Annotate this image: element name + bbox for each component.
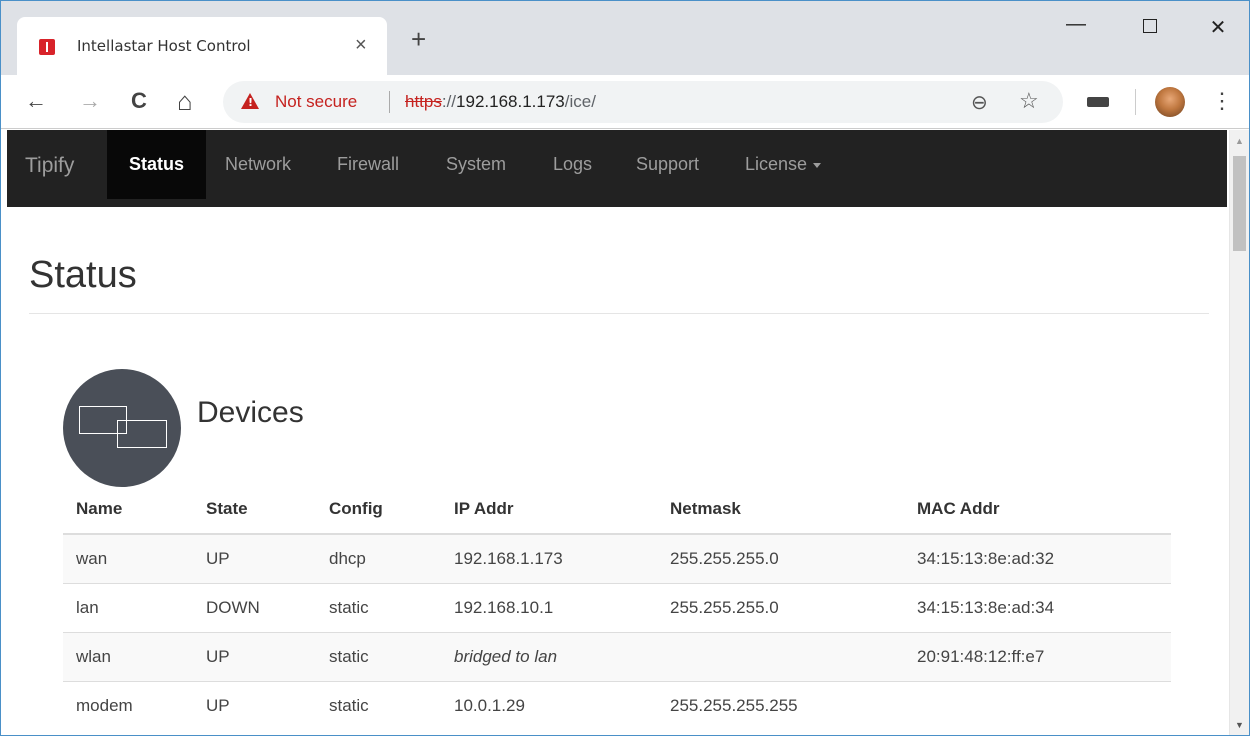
vertical-scrollbar[interactable]: ▲ ▼ <box>1229 130 1249 735</box>
new-tab-button[interactable]: + <box>411 26 426 52</box>
table-cell <box>657 631 904 681</box>
menu-icon[interactable]: ⋮ <box>1211 89 1233 113</box>
url-text[interactable]: https://192.168.1.173/ice/ <box>405 92 596 112</box>
column-header: IP Addr <box>441 485 657 535</box>
tab-close-icon[interactable]: × <box>355 34 367 57</box>
zoom-icon[interactable]: ⊖ <box>971 90 988 115</box>
table-cell: static <box>316 631 441 681</box>
reload-icon[interactable]: C <box>131 89 147 113</box>
security-label[interactable]: Not secure <box>275 92 357 112</box>
favicon-icon <box>39 39 55 55</box>
chevron-down-icon <box>813 162 822 168</box>
table-cell: 192.168.10.1 <box>441 582 657 632</box>
browser-toolbar: ← → C ⌂ Not secure https://192.168.1.173… <box>1 75 1249 129</box>
omnibox-divider <box>389 91 390 113</box>
url-path: /ice/ <box>564 92 596 111</box>
table-row: wlan UP static bridged to lan 20:91:48:1… <box>63 631 1171 681</box>
table-cell: lan <box>63 582 193 632</box>
nav-item-firewall[interactable]: Firewall <box>315 130 421 199</box>
top-navbar: Tipify Status Network Firewall System Lo… <box>7 130 1227 207</box>
home-icon[interactable]: ⌂ <box>177 88 193 114</box>
column-header: Netmask <box>657 485 904 535</box>
tab-strip: Intellastar Host Control × + — ✕ <box>1 1 1249 75</box>
devices-icon <box>63 369 181 487</box>
table-cell: 192.168.1.173 <box>441 533 657 583</box>
section-title: Devices <box>197 396 304 429</box>
window-close-button[interactable]: ✕ <box>1203 15 1233 40</box>
table-cell: 34:15:13:8e:ad:32 <box>904 533 1171 583</box>
scroll-down-icon[interactable]: ▼ <box>1235 720 1244 730</box>
browser-tab[interactable]: Intellastar Host Control × <box>17 17 387 75</box>
table-row: lan DOWN static 192.168.10.1 255.255.255… <box>63 582 1171 632</box>
nav-item-logs[interactable]: Logs <box>531 130 614 199</box>
table-cell: static <box>316 680 441 730</box>
minimize-button[interactable]: — <box>1061 13 1091 36</box>
devices-table: Name State Config IP Addr Netmask MAC Ad… <box>63 485 1171 730</box>
table-cell: 34:15:13:8e:ad:34 <box>904 582 1171 632</box>
table-cell: UP <box>193 680 316 730</box>
table-cell: dhcp <box>316 533 441 583</box>
forward-icon[interactable]: → <box>79 89 101 113</box>
table-cell: 255.255.255.0 <box>657 582 904 632</box>
scroll-up-icon[interactable]: ▲ <box>1235 136 1244 146</box>
url-host: 192.168.1.173 <box>456 92 565 111</box>
address-bar[interactable]: Not secure https://192.168.1.173/ice/ ⊖ … <box>223 81 1063 123</box>
url-scheme: https <box>405 92 442 111</box>
table-cell: modem <box>63 680 193 730</box>
page-viewport: Tipify Status Network Firewall System Lo… <box>1 130 1249 735</box>
nav-item-system[interactable]: System <box>424 130 528 199</box>
table-row: wan UP dhcp 192.168.1.173 255.255.255.0 … <box>63 533 1171 583</box>
table-cell: DOWN <box>193 582 316 632</box>
extension-icon[interactable] <box>1087 97 1109 107</box>
url-separator: :// <box>441 92 457 111</box>
table-cell <box>904 680 1171 730</box>
table-cell: wan <box>63 533 193 583</box>
table-header-row: Name State Config IP Addr Netmask MAC Ad… <box>63 485 1171 535</box>
star-icon[interactable]: ☆ <box>1019 88 1039 114</box>
maximize-icon <box>1143 19 1157 33</box>
back-icon[interactable]: ← <box>25 89 47 113</box>
title-divider <box>29 313 1209 314</box>
nav-item-status[interactable]: Status <box>107 130 207 199</box>
table-cell: 255.255.255.0 <box>657 533 904 583</box>
table-cell: UP <box>193 533 316 583</box>
avatar[interactable] <box>1155 87 1185 117</box>
table-row: modem UP static 10.0.1.29 255.255.255.25… <box>63 680 1171 730</box>
tab-title: Intellastar Host Control <box>77 37 251 55</box>
toolbar-divider <box>1135 89 1136 115</box>
device-shape-front <box>117 420 167 448</box>
lock-warning-icon[interactable] <box>241 93 259 109</box>
table-cell: wlan <box>63 631 193 681</box>
table-cell: static <box>316 582 441 632</box>
nav-item-support[interactable]: Support <box>614 130 721 199</box>
table-cell: UP <box>193 631 316 681</box>
table-cell: 10.0.1.29 <box>441 680 657 730</box>
table-cell: bridged to lan <box>441 631 657 681</box>
browser-window: Intellastar Host Control × + — ✕ ← → C ⌂… <box>0 0 1250 736</box>
nav-item-license[interactable]: License <box>723 130 843 199</box>
nav-item-license-label: License <box>745 154 808 174</box>
table-cell: 20:91:48:12:ff:e7 <box>904 631 1171 681</box>
column-header: MAC Addr <box>904 485 1171 535</box>
maximize-button[interactable] <box>1135 15 1165 39</box>
scroll-thumb[interactable] <box>1233 156 1246 251</box>
nav-brand[interactable]: Tipify <box>25 154 74 178</box>
table-cell: 255.255.255.255 <box>657 680 904 730</box>
page-title: Status <box>29 254 137 296</box>
nav-item-network[interactable]: Network <box>203 130 313 199</box>
column-header: Name <box>63 485 193 535</box>
column-header: State <box>193 485 316 535</box>
column-header: Config <box>316 485 441 535</box>
